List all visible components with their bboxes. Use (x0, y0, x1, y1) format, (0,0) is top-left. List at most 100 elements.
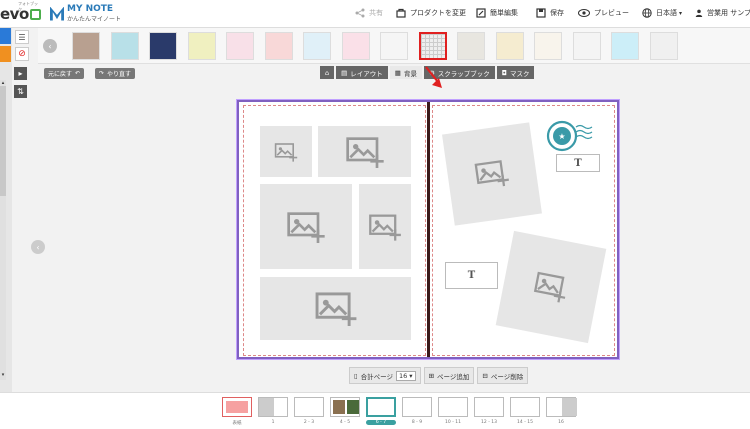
tab-layout[interactable]: ▤ レイアウト (336, 66, 388, 79)
text-frame[interactable]: T (556, 154, 600, 172)
list-view-button[interactable]: ☰ (15, 30, 29, 44)
edit-icon (476, 8, 486, 18)
background-swatch[interactable] (572, 32, 601, 60)
page-thumbnail[interactable] (258, 397, 288, 417)
page-thumbnail[interactable] (294, 397, 324, 417)
page-thumbnail[interactable] (438, 397, 468, 417)
photo-slot[interactable] (495, 230, 607, 344)
chevron-left-icon: ‹ (36, 242, 40, 252)
page-thumbnail[interactable] (474, 397, 504, 417)
redo-button[interactable]: ↷ やり直す (95, 68, 136, 79)
add-photo-icon (287, 211, 325, 243)
thumbnail-label: 10 - 11 (445, 420, 461, 425)
thumbnail-label: 8 - 9 (411, 420, 423, 425)
background-swatch[interactable] (649, 32, 678, 60)
background-swatch[interactable] (72, 32, 100, 60)
simple-edit-button[interactable]: 簡単編集 (476, 8, 518, 18)
annotation-arrow (425, 66, 442, 88)
tab-home[interactable]: ⌂ (320, 66, 335, 79)
page-thumbnail[interactable] (546, 397, 577, 417)
save-button[interactable]: 保存 (536, 8, 564, 18)
mask-icon: ◘ (501, 68, 507, 77)
page-thumbnail[interactable] (366, 397, 396, 417)
photo-slot[interactable] (260, 277, 411, 340)
background-swatch[interactable] (110, 32, 139, 60)
text-frame[interactable]: T (445, 262, 498, 289)
page-thumbnail[interactable] (330, 397, 360, 417)
evo-logo[interactable]: evo フォトブック (0, 1, 41, 25)
thumbnail-label: 6 - 7 (366, 420, 396, 425)
globe-icon (642, 8, 652, 18)
layout-icon: ▤ (341, 68, 348, 77)
svg-text:★: ★ (558, 132, 565, 141)
thumbnail-label: 14 - 15 (517, 420, 533, 425)
play-icon: ▸ (18, 69, 23, 78)
delete-page-icon: ⊟ (482, 371, 488, 380)
orange-panel-tab[interactable] (0, 46, 11, 62)
page-thumbnails: 表紙 1 2 - 3 4 - 5 6 - 7 8 - 9 10 - 11 12 - 13 14 … (0, 392, 750, 429)
swatch-prev-button[interactable]: ‹ (43, 39, 57, 53)
background-swatch[interactable] (418, 32, 447, 60)
scroll-thumb[interactable] (0, 86, 6, 196)
add-page-button[interactable]: ⊞ ページ追加 (423, 367, 475, 384)
add-page-icon: ⊞ (428, 371, 435, 380)
background-swatch[interactable] (495, 32, 524, 60)
thumbnail-label: 16 (558, 420, 564, 425)
photo-slot[interactable] (442, 122, 542, 226)
background-swatch[interactable] (187, 32, 216, 60)
share-button[interactable]: 共有 (355, 8, 383, 18)
background-swatch[interactable] (341, 32, 370, 60)
sort-button[interactable]: ⇅ (14, 85, 27, 98)
undo-button[interactable]: 元に戻す ↶ (44, 68, 85, 79)
page-thumbnail[interactable] (402, 397, 432, 417)
page-thumbnail[interactable] (222, 397, 252, 417)
user-menu[interactable]: 営業用 サンプ (695, 8, 750, 18)
add-photo-icon (274, 142, 298, 162)
background-swatch[interactable] (149, 32, 177, 60)
background-swatch[interactable] (457, 32, 485, 60)
total-pages-control[interactable]: ▯ 合計ページ 16 ▾ (349, 367, 421, 384)
thumbnail-label: 1 (271, 420, 275, 425)
background-swatch[interactable] (226, 32, 254, 60)
user-icon (695, 9, 703, 17)
add-photo-icon (474, 160, 509, 187)
play-button[interactable]: ▸ (14, 67, 27, 80)
thumbnail-label: 4 - 5 (339, 420, 351, 425)
background-swatch[interactable] (264, 32, 293, 60)
photo-slot[interactable] (260, 184, 352, 269)
page-controls: ▯ 合計ページ 16 ▾ ⊞ ページ追加 ⊟ ページ削除 (349, 367, 529, 384)
prohibit-icon: ⊘ (18, 49, 26, 59)
add-photo-icon (533, 271, 566, 303)
top-bar: evo フォトブック MY NOTE かんたんマイノート 共有 プロダクトを変更… (0, 0, 750, 28)
background-swatch[interactable] (380, 32, 408, 60)
delete-page-button[interactable]: ⊟ ページ削除 (477, 367, 529, 384)
no-background-button[interactable]: ⊘ (15, 47, 29, 61)
mynote-logo[interactable]: MY NOTE かんたんマイノート (50, 4, 121, 23)
thumbnail-label: 2 - 3 (303, 420, 315, 425)
background-icon: ▦ (394, 68, 401, 77)
tab-mask[interactable]: ◘ マスク (496, 66, 535, 79)
blue-panel-tab[interactable] (0, 28, 11, 44)
change-product-button[interactable]: プロダクトを変更 (396, 8, 466, 18)
tab-background[interactable]: ▦ 背景 (389, 66, 422, 79)
vertical-scrollbar[interactable]: ▴ ▾ (0, 80, 6, 380)
left-page[interactable] (243, 105, 426, 356)
page-thumbnail[interactable] (510, 397, 540, 417)
share-icon (355, 8, 365, 18)
preview-button[interactable]: プレビュー (578, 8, 629, 18)
right-page[interactable]: ★ T T (432, 105, 615, 356)
background-swatch[interactable] (534, 32, 562, 60)
language-selector[interactable]: 日本語 ▾ (642, 8, 682, 18)
sort-icon: ⇅ (17, 87, 24, 96)
chevron-left-icon: ‹ (48, 41, 52, 51)
background-swatch[interactable] (611, 32, 639, 60)
undo-icon: ↶ (75, 70, 81, 77)
photo-slot[interactable] (359, 184, 411, 269)
home-icon: ⌂ (325, 68, 330, 77)
total-pages-select[interactable]: 16 ▾ (395, 370, 416, 381)
photo-slot[interactable] (260, 126, 312, 177)
mynote-logo-icon (50, 6, 64, 21)
prev-spread-button[interactable]: ‹ (31, 240, 45, 254)
background-swatch[interactable] (303, 32, 331, 60)
photo-slot[interactable] (318, 126, 411, 177)
